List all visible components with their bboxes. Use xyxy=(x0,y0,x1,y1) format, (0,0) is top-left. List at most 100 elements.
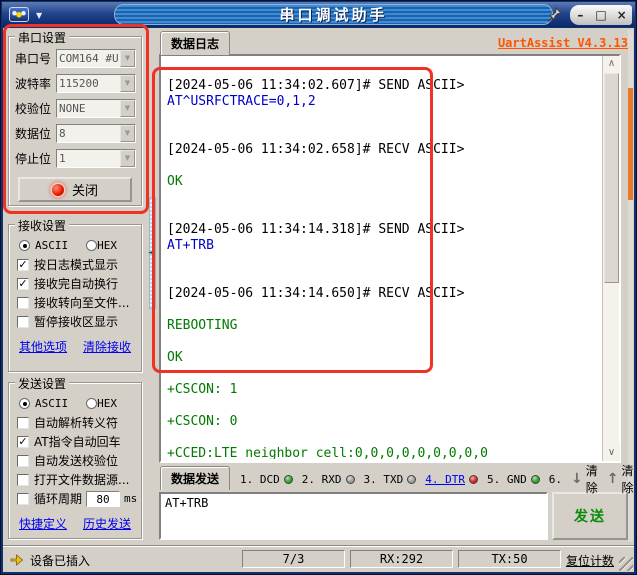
checkbox[interactable] xyxy=(17,416,29,429)
serial-field-label: 波特率 xyxy=(15,77,52,91)
group-title: 串口设置 xyxy=(15,29,70,46)
chevron-down-icon[interactable]: ▼ xyxy=(120,150,135,167)
arrow-down-icon: ↓ xyxy=(571,471,583,487)
send-input[interactable]: AT+TRB xyxy=(159,492,548,540)
clear-button-label: 清除 xyxy=(621,464,634,495)
radio-ascii[interactable] xyxy=(19,398,30,409)
tab-data-send[interactable]: 数据发送 xyxy=(160,466,231,490)
minimize-button[interactable]: – xyxy=(571,6,589,24)
other-options-link[interactable]: 其他选项 xyxy=(19,338,67,355)
serial-field-label: 校验位 xyxy=(15,102,52,116)
log-scrollbar[interactable]: ∧ ∨ xyxy=(602,56,620,461)
titlebar: ▼ 串口调试助手 – □ × xyxy=(2,2,635,27)
serial-field-combobox[interactable]: 115200 ▼ xyxy=(56,74,136,93)
menu-arrow-icon[interactable]: ▼ xyxy=(36,11,42,20)
maximize-button[interactable]: □ xyxy=(592,6,610,24)
tab-data-send-label: 数据发送 xyxy=(171,472,220,486)
reset-counter-link[interactable]: 复位计数 xyxy=(566,552,614,569)
log-line: OK xyxy=(167,174,183,189)
app-window: ▼ 串口调试助手 – □ × 串口设置 串口号 COM164 #U ▼ 波特率 1152… xyxy=(0,0,637,575)
status-cell: TX:50 xyxy=(458,550,561,568)
app-icon[interactable] xyxy=(9,7,29,22)
modem-indicator: 2. RXD xyxy=(302,473,355,486)
radio-hex[interactable] xyxy=(86,240,98,251)
serial-field-label: 数据位 xyxy=(15,127,52,141)
tab-data-log[interactable]: 数据日志 xyxy=(160,31,231,55)
serial-field-row: 数据位 8 ▼ xyxy=(15,124,136,143)
log-line: REBOOTING xyxy=(167,318,238,333)
log-output-area[interactable]: [2024-05-06 11:34:02.607]# SEND ASCII> AT… xyxy=(159,54,621,463)
radio-ascii-label: ASCII xyxy=(35,239,69,252)
receive-settings-group: 接收设置 ASCII HEX ✓ 按日志模式显示 ✓ 接收完自动换行 接收转向至文件..… xyxy=(8,217,142,372)
chevron-down-icon[interactable]: ▼ xyxy=(120,50,135,67)
radio-hex-label: HEX xyxy=(97,239,117,252)
serial-settings-group: 串口设置 串口号 COM164 #U ▼ 波特率 115200 ▼ 校验位 NONE ▼ 数据位 8… xyxy=(8,29,142,206)
modem-indicator: 3. TXD xyxy=(364,473,417,486)
serial-field-label: 停止位 xyxy=(15,152,52,166)
radio-hex[interactable] xyxy=(86,398,98,409)
quick-define-link[interactable]: 快捷定义 xyxy=(19,515,67,532)
panel-splitter[interactable]: ◄ xyxy=(148,197,156,309)
receive-format-radios: ASCII HEX xyxy=(19,239,137,252)
window-controls: – □ × xyxy=(570,5,632,25)
indicator-led-icon xyxy=(469,474,478,484)
scroll-up-icon[interactable]: ∧ xyxy=(603,56,620,72)
cycle-period-input[interactable]: 80 xyxy=(86,490,121,507)
checkbox[interactable]: ✓ xyxy=(17,258,29,271)
resize-grip[interactable] xyxy=(619,557,633,571)
close-port-label: 关闭 xyxy=(71,184,98,199)
serial-field-label: 串口号 xyxy=(15,52,52,66)
radio-hex-label: HEX xyxy=(97,397,117,410)
status-cell: 7/3 xyxy=(242,550,345,568)
scroll-thumb[interactable] xyxy=(604,73,619,283)
serial-field-combobox[interactable]: NONE ▼ xyxy=(56,99,136,118)
checkbox-row: 自动发送校验位 xyxy=(17,454,139,468)
combobox-value: COM164 #U xyxy=(59,52,119,65)
clear-send-button[interactable]: ↑ 清除 xyxy=(607,462,634,496)
indicator-label-link[interactable]: 4. DTR xyxy=(425,473,465,486)
port-open-led-icon xyxy=(51,183,64,196)
group-title: 发送设置 xyxy=(15,375,70,392)
log-line: AT+TRB xyxy=(167,238,214,253)
log-line: +CSCON: 0 xyxy=(167,414,238,429)
close-window-button[interactable]: × xyxy=(613,6,631,24)
chevron-down-icon[interactable]: ▼ xyxy=(120,100,135,117)
close-port-button[interactable]: 关闭 xyxy=(18,177,132,202)
modem-indicator: 1. DCD xyxy=(240,473,293,486)
version-link[interactable]: UartAssist V4.3.13 xyxy=(498,36,628,50)
serial-field-combobox[interactable]: 8 ▼ xyxy=(56,124,136,143)
combobox-value: 1 xyxy=(59,152,66,165)
pin-icon[interactable] xyxy=(547,6,563,23)
checkbox-row: 暂停接收区显示 xyxy=(17,315,139,329)
indicator-led-icon xyxy=(407,474,417,484)
clear-receive-button[interactable]: ↓ 清除 xyxy=(571,462,598,496)
checkbox[interactable] xyxy=(17,473,29,486)
chevron-down-icon[interactable]: ▼ xyxy=(120,125,135,142)
modem-indicator: 4. DTR xyxy=(425,473,478,486)
checkbox[interactable] xyxy=(17,296,29,309)
checkbox[interactable]: ✓ xyxy=(17,277,29,290)
checkbox-label: 按日志模式显示 xyxy=(34,258,119,272)
checkbox[interactable]: ✓ xyxy=(17,435,29,448)
serial-field-combobox[interactable]: COM164 #U ▼ xyxy=(56,49,136,68)
checkbox-label: 自动解析转义符 xyxy=(34,416,119,430)
checkbox[interactable] xyxy=(17,315,29,328)
checkbox[interactable] xyxy=(17,492,29,505)
radio-ascii[interactable] xyxy=(19,240,30,251)
clear-receive-link[interactable]: 清除接收 xyxy=(83,338,131,355)
collapse-left-icon[interactable]: ◄ xyxy=(148,248,155,258)
send-button[interactable]: 发送 xyxy=(552,492,628,540)
scroll-down-icon[interactable]: ∨ xyxy=(603,445,620,461)
title-pill: 串口调试助手 xyxy=(114,4,553,25)
chevron-down-icon[interactable]: ▼ xyxy=(120,75,135,92)
serial-field-combobox[interactable]: 1 ▼ xyxy=(56,149,136,168)
history-send-link[interactable]: 历史发送 xyxy=(83,515,131,532)
checkbox[interactable] xyxy=(17,454,29,467)
indicator-led-icon xyxy=(530,474,540,484)
